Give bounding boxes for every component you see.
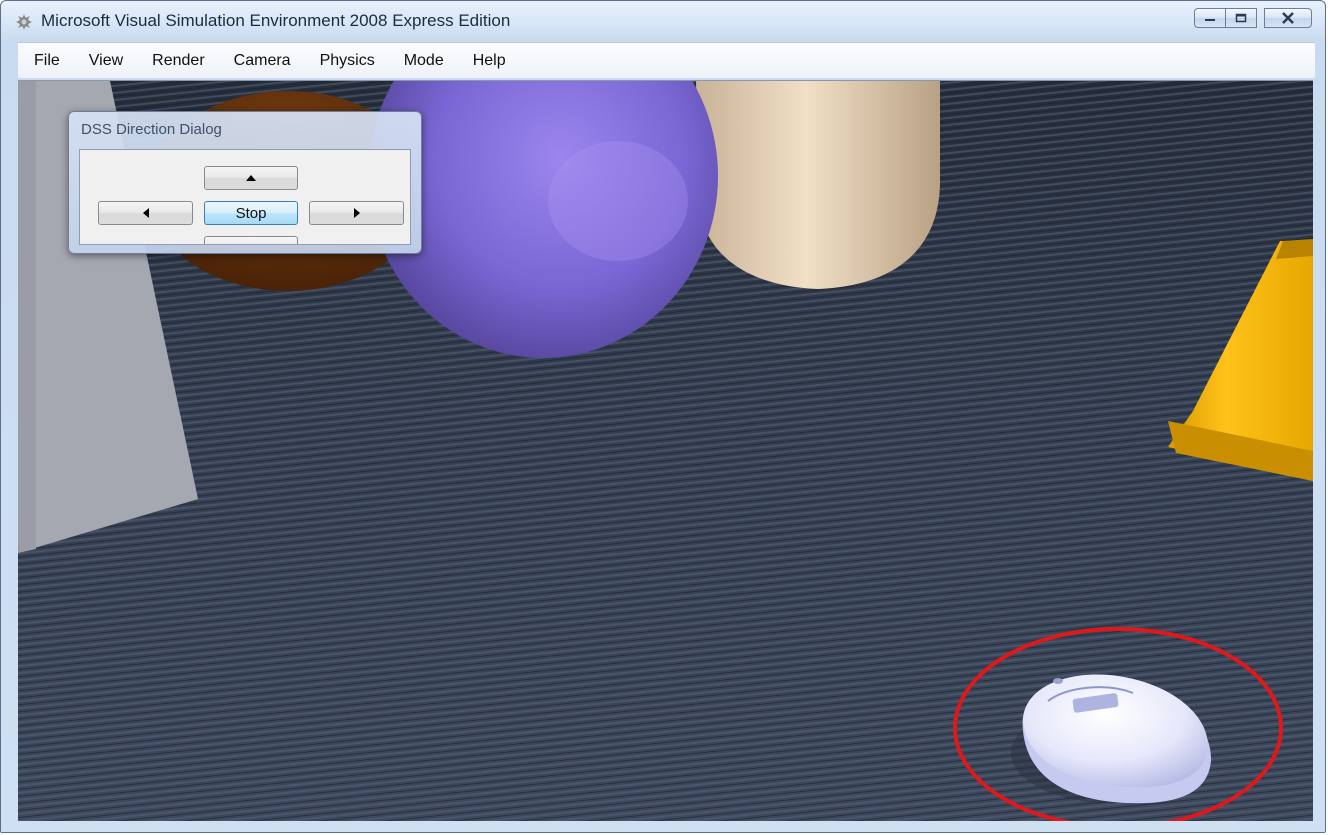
close-icon xyxy=(1282,12,1294,24)
menu-physics[interactable]: Physics xyxy=(303,52,387,70)
menu-mode[interactable]: Mode xyxy=(387,52,456,70)
minimize-button[interactable] xyxy=(1194,8,1226,28)
stop-button[interactable]: Stop xyxy=(204,201,298,225)
maximize-button[interactable] xyxy=(1225,8,1257,28)
main-window: Microsoft Visual Simulation Environment … xyxy=(0,0,1326,833)
app-icon xyxy=(16,14,32,30)
menu-help[interactable]: Help xyxy=(456,52,518,70)
right-button[interactable] xyxy=(309,201,404,225)
tan-cylinder xyxy=(696,81,940,289)
menu-file[interactable]: File xyxy=(18,52,72,70)
simulation-viewport[interactable]: DSS Direction Dialog Stop xyxy=(18,80,1313,821)
dialog-content: Stop xyxy=(79,149,411,245)
close-button[interactable] xyxy=(1264,8,1312,28)
arrow-up-icon xyxy=(246,175,256,181)
menu-render[interactable]: Render xyxy=(135,52,216,70)
direction-dialog: DSS Direction Dialog Stop xyxy=(68,111,422,254)
arrow-left-icon xyxy=(142,208,149,218)
minimize-icon xyxy=(1205,19,1215,21)
menu-bar: File View Render Camera Physics Mode Hel… xyxy=(18,42,1315,78)
left-button[interactable] xyxy=(98,201,193,225)
menu-view[interactable]: View xyxy=(72,52,135,70)
stop-label: Stop xyxy=(235,204,267,222)
forward-button[interactable] xyxy=(204,166,298,190)
window-title: Microsoft Visual Simulation Environment … xyxy=(41,11,511,30)
backward-button[interactable] xyxy=(204,236,298,244)
dialog-title: DSS Direction Dialog xyxy=(81,121,222,138)
arrow-right-icon xyxy=(353,208,360,218)
title-bar[interactable]: Microsoft Visual Simulation Environment … xyxy=(1,1,1325,41)
maximize-icon xyxy=(1235,13,1247,23)
menu-camera[interactable]: Camera xyxy=(217,52,303,70)
